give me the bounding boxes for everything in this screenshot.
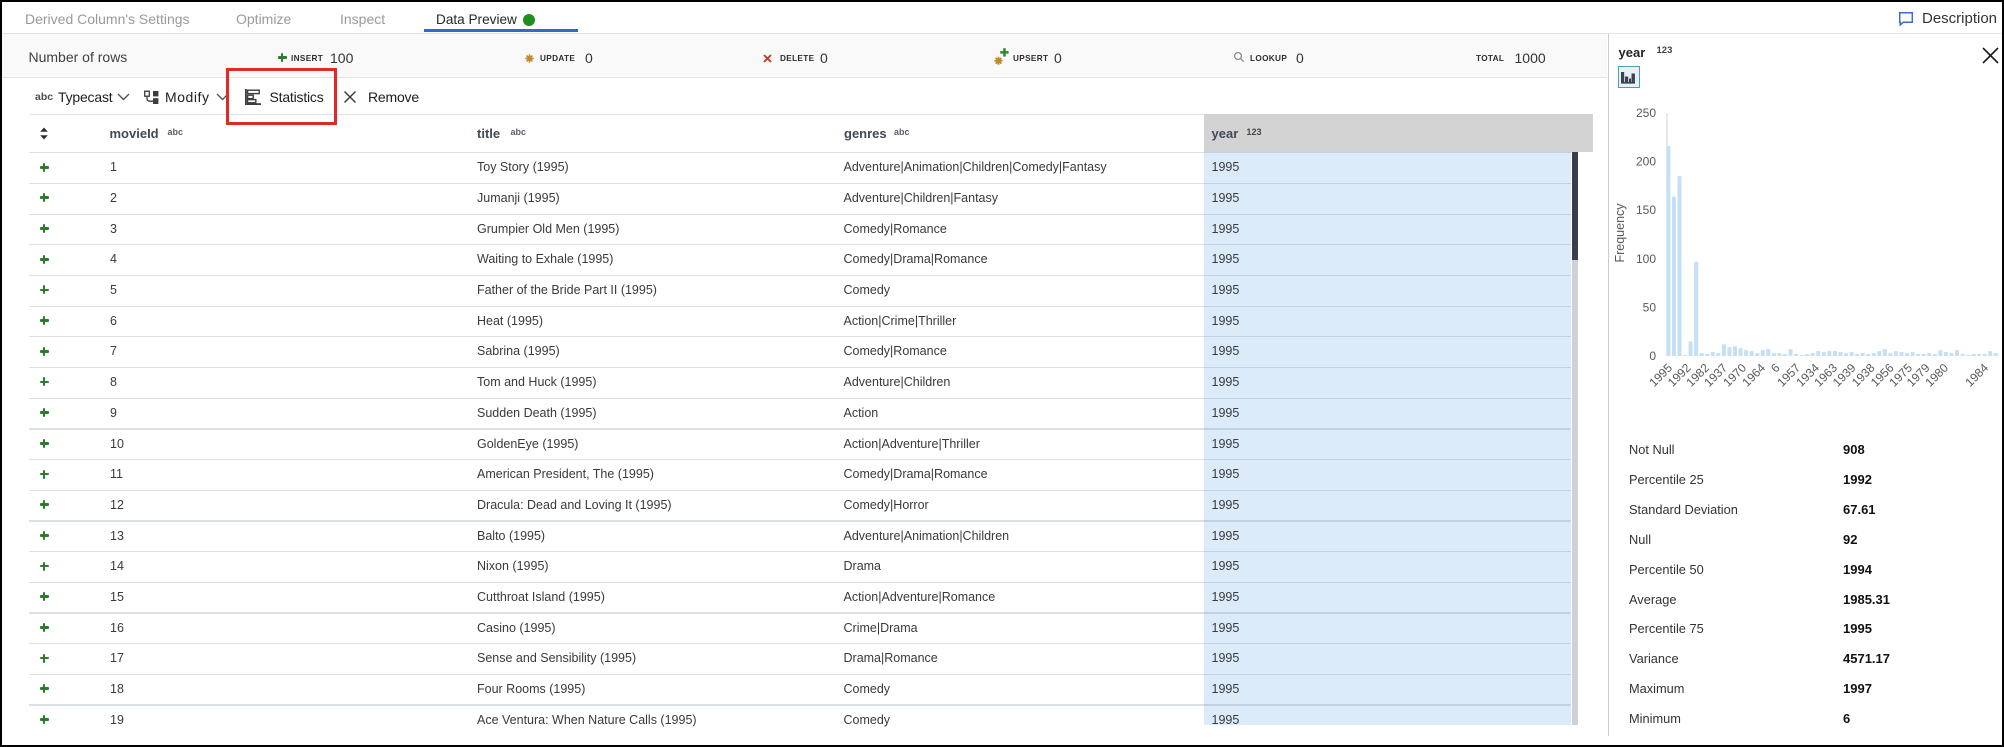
- svg-text:150: 150: [1636, 203, 1656, 217]
- svg-text:50: 50: [1643, 300, 1657, 314]
- svg-text:Frequency: Frequency: [1613, 203, 1627, 263]
- svg-text:100: 100: [1636, 252, 1656, 266]
- svg-text:1964: 1964: [1739, 360, 1768, 389]
- svg-text:250: 250: [1636, 106, 1656, 120]
- svg-text:0: 0: [1649, 349, 1656, 363]
- svg-text:200: 200: [1636, 155, 1656, 169]
- svg-text:1984: 1984: [1962, 360, 1991, 389]
